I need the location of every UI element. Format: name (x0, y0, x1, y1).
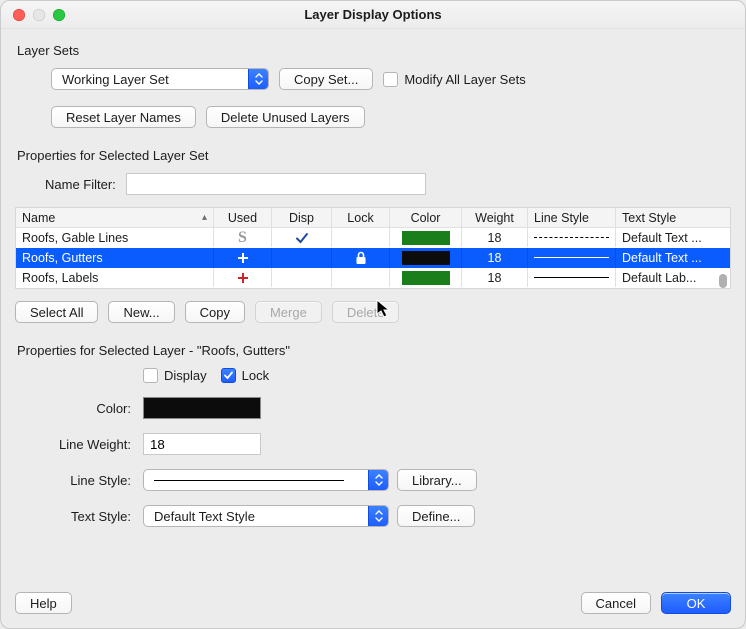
merge-button: Merge (255, 301, 322, 323)
text-style-value: Default Text Style (144, 509, 263, 524)
plus-icon (237, 272, 249, 284)
cell-weight[interactable]: 18 (462, 228, 528, 247)
chevron-updown-icon (368, 506, 388, 526)
delete-button: Delete (332, 301, 400, 323)
col-disp[interactable]: Disp (272, 208, 332, 227)
cell-line-style[interactable] (528, 268, 616, 287)
copy-layer-button[interactable]: Copy (185, 301, 245, 323)
lock-icon (355, 251, 367, 265)
select-all-button[interactable]: Select All (15, 301, 98, 323)
used-s-icon: S (238, 229, 247, 247)
cell-color[interactable] (390, 248, 462, 267)
cell-line-style[interactable] (528, 228, 616, 247)
cell-disp[interactable] (272, 248, 332, 267)
cell-color[interactable] (390, 228, 462, 247)
checkbox-icon (143, 368, 158, 383)
col-color[interactable]: Color (390, 208, 462, 227)
ok-button[interactable]: OK (661, 592, 731, 614)
col-name[interactable]: Name▴ (16, 208, 214, 227)
col-text-style[interactable]: Text Style (616, 208, 726, 227)
cell-text-style[interactable]: Default Text ... (616, 248, 726, 267)
cell-used (214, 268, 272, 287)
scrollbar-thumb[interactable] (719, 274, 727, 288)
titlebar: Layer Display Options (1, 1, 745, 29)
window-title: Layer Display Options (1, 7, 745, 22)
checkbox-icon (383, 72, 398, 87)
cell-lock[interactable] (332, 268, 390, 287)
table-row[interactable]: Roofs, Labels 18 Default Lab... (16, 268, 730, 288)
modify-all-label: Modify All Layer Sets (404, 72, 525, 87)
cell-line-style[interactable] (528, 248, 616, 267)
line-style-label: Line Style: (15, 473, 135, 488)
layers-table: Name▴ Used Disp Lock Color Weight Line S… (15, 207, 731, 289)
line-style-dropdown[interactable] (143, 469, 389, 491)
layer-set-dropdown[interactable]: Working Layer Set (51, 68, 269, 90)
col-used[interactable]: Used (214, 208, 272, 227)
name-filter-input[interactable] (126, 173, 426, 195)
copy-set-button[interactable]: Copy Set... (279, 68, 373, 90)
cell-text-style[interactable]: Default Text ... (616, 228, 726, 247)
modify-all-layer-sets-checkbox[interactable]: Modify All Layer Sets (383, 72, 525, 87)
library-button[interactable]: Library... (397, 469, 477, 491)
col-weight[interactable]: Weight (462, 208, 528, 227)
col-lock[interactable]: Lock (332, 208, 390, 227)
line-weight-input[interactable] (143, 433, 261, 455)
cell-name: Roofs, Gutters (16, 248, 214, 267)
text-style-label: Text Style: (15, 509, 135, 524)
table-row[interactable]: Roofs, Gable Lines S 18 Default Text ... (16, 228, 730, 248)
cell-name: Roofs, Gable Lines (16, 228, 214, 247)
table-header: Name▴ Used Disp Lock Color Weight Line S… (16, 208, 730, 228)
chevron-updown-icon (368, 470, 388, 490)
color-swatch-button[interactable] (143, 397, 261, 419)
delete-unused-layers-button[interactable]: Delete Unused Layers (206, 106, 365, 128)
cell-lock[interactable] (332, 248, 390, 267)
sort-asc-icon: ▴ (202, 212, 207, 223)
lock-label: Lock (242, 368, 269, 383)
cell-lock[interactable] (332, 228, 390, 247)
cell-name: Roofs, Labels (16, 268, 214, 287)
selected-layer-heading: Properties for Selected Layer - "Roofs, … (17, 343, 731, 358)
checkbox-checked-icon (221, 368, 236, 383)
display-label: Display (164, 368, 207, 383)
color-label: Color: (15, 401, 135, 416)
cell-color[interactable] (390, 268, 462, 287)
dialog-window: Layer Display Options Layer Sets Working… (0, 0, 746, 629)
new-layer-button[interactable]: New... (108, 301, 174, 323)
layer-sets-heading: Layer Sets (17, 43, 731, 58)
display-checkbox[interactable]: Display (143, 368, 207, 383)
plus-icon (237, 252, 249, 264)
cell-used: S (214, 228, 272, 247)
cell-weight[interactable]: 18 (462, 268, 528, 287)
col-line-style[interactable]: Line Style (528, 208, 616, 227)
cell-text-style[interactable]: Default Lab... (616, 268, 726, 287)
lock-checkbox[interactable]: Lock (221, 368, 269, 383)
selected-set-heading: Properties for Selected Layer Set (17, 148, 731, 163)
define-button[interactable]: Define... (397, 505, 475, 527)
cell-disp[interactable] (272, 268, 332, 287)
name-filter-label: Name Filter: (45, 177, 116, 192)
chevron-updown-icon (248, 69, 268, 89)
cell-disp[interactable] (272, 228, 332, 247)
layer-set-dropdown-value: Working Layer Set (52, 72, 177, 87)
table-row[interactable]: Roofs, Gutters 18 Default Text ... (16, 248, 730, 268)
cell-used (214, 248, 272, 267)
reset-layer-names-button[interactable]: Reset Layer Names (51, 106, 196, 128)
help-button[interactable]: Help (15, 592, 72, 614)
text-style-dropdown[interactable]: Default Text Style (143, 505, 389, 527)
check-icon (294, 230, 310, 246)
line-weight-label: Line Weight: (15, 437, 135, 452)
cell-weight[interactable]: 18 (462, 248, 528, 267)
cancel-button[interactable]: Cancel (581, 592, 651, 614)
